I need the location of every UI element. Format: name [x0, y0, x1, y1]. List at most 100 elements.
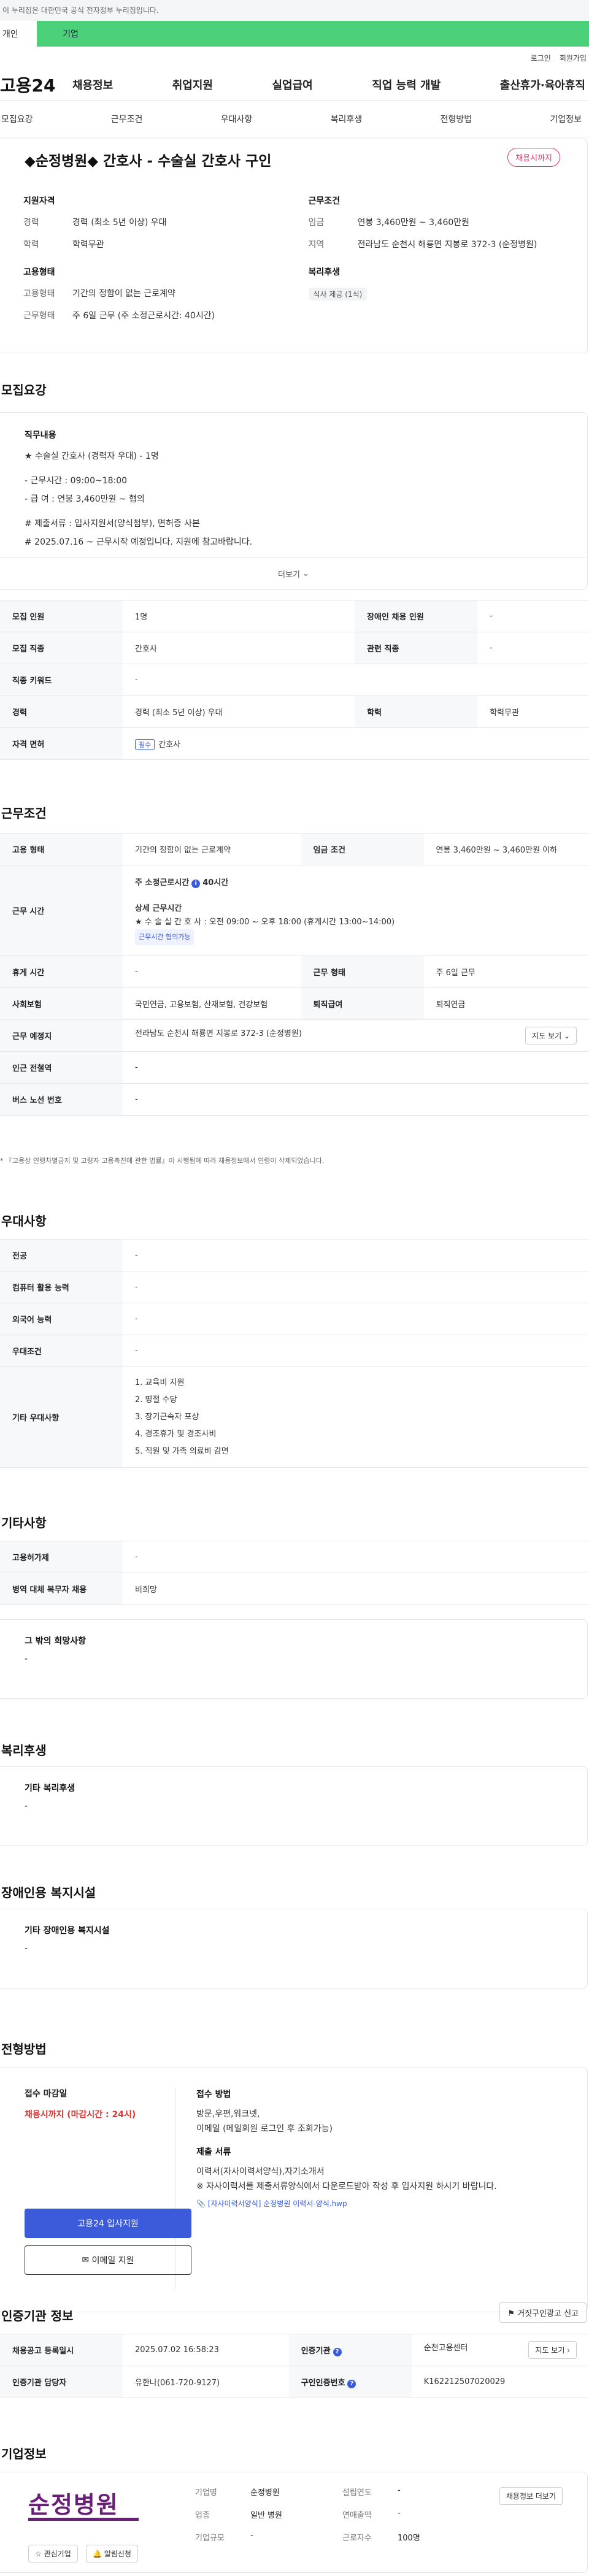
- summary-qualification: 지원자격 경력 경력 (최소 5년 이상) 우대 학력 학력무관: [23, 194, 284, 251]
- cell-label: 인증기관?: [288, 2334, 412, 2366]
- value: 연봉 3,460만원 ~ 3,460만원: [357, 218, 470, 228]
- summary-employment: 고용형태 고용형태 기간의 정함이 없는 근로계약 근무형태 주 6일 근무 (주 …: [23, 266, 284, 322]
- cell-label: 근무 시간: [0, 865, 123, 956]
- cell-label: 병역 대체 복무자 채용: [0, 1573, 123, 1605]
- cell-value: 2025.07.02 16:58:23: [123, 2334, 289, 2366]
- anchor-prefer[interactable]: 우대사항: [221, 113, 253, 125]
- value: 경력 (최소 5년 이상) 우대: [72, 218, 167, 228]
- cell-label: 학력: [355, 696, 478, 728]
- desc-line: - 근무시간 : 09:00~18:00: [25, 476, 128, 486]
- report-label: 거짓구인광고 신고: [517, 2309, 579, 2318]
- cell-label: 고용허가제: [0, 1541, 123, 1573]
- bell-icon: 🔔: [93, 2550, 104, 2558]
- utility-bar: 로그인 회원가입: [0, 47, 589, 69]
- company-jobs-button[interactable]: 채용정보 더보기: [499, 2487, 563, 2505]
- gnb-item-unemployment[interactable]: 실업급여: [272, 77, 313, 93]
- join-link[interactable]: 회원가입: [560, 53, 587, 63]
- other-etc-box: 그 밖의 희망사항 -: [0, 1619, 588, 1699]
- weekly-hours: 주 소정근로시간 i 40시간: [135, 876, 577, 890]
- value: -: [250, 2531, 253, 2540]
- summary-cond-title: 근무조건: [308, 196, 341, 206]
- anchor-work[interactable]: 근무조건: [111, 113, 143, 125]
- user-type-bar: 개인 기업: [0, 21, 589, 47]
- info-icon[interactable]: ?: [333, 2347, 342, 2356]
- gnb-item-leave[interactable]: 출산휴가·육아휴직: [500, 77, 585, 93]
- apply-box: 접수 마감일 채용시까지 (마감시간 : 24시) 접수 방법 방문,우편,워크…: [0, 2067, 588, 2312]
- cell-value: -: [477, 600, 589, 632]
- docs-value: 이력서(자사이력서양식),자기소개서: [196, 2167, 325, 2177]
- interest-company-button[interactable]: ☆ 관심기업: [28, 2545, 78, 2563]
- section-cert-title: 인증기관 정보: [1, 2309, 74, 2323]
- gnb-menu: 채용정보 취업지원 실업급여 직업 능력 개발 출산휴가·육아휴직: [72, 77, 589, 93]
- work-time-cell: 주 소정근로시간 i 40시간 상세 근무시간 ★ 수 술 실 간 호 사 : 오전…: [123, 865, 589, 956]
- summary-qual-title: 지원자격: [23, 196, 55, 206]
- table-row: 외국어 능력 -: [0, 1303, 589, 1335]
- welfare-content: 기타 복리후생 -: [0, 1767, 587, 1826]
- section-disability-title: 장애인용 복지시설: [1, 1885, 96, 1900]
- table-row: 인증기관 담당자 유한나(061-720-9127) 구인인증번호? K1622125…: [0, 2366, 589, 2398]
- apply-button[interactable]: 고용24 입사지원: [25, 2209, 191, 2238]
- cell-value: -: [123, 1541, 589, 1573]
- value: -: [398, 2509, 401, 2518]
- cell-label: 우대조건: [0, 1335, 123, 1367]
- disability-box: 기타 장애인용 복지시설 -: [0, 1909, 588, 1988]
- label: 지역: [308, 240, 325, 250]
- section-prefer-title: 우대사항: [1, 1214, 47, 1229]
- cell-value: 1명: [123, 600, 355, 632]
- chevron-right-icon: ›: [564, 2346, 570, 2355]
- cell-value: 전라남도 순천시 해룡면 지봉로 372-3 (순정병원) 지도 보기 ⌄: [123, 1019, 589, 1052]
- cell-label: 근무 예정지: [0, 1019, 123, 1052]
- gnb-item-jobs[interactable]: 채용정보: [72, 77, 113, 93]
- anchor-company[interactable]: 기업정보: [550, 113, 582, 125]
- gnb-item-training[interactable]: 직업 능력 개발: [372, 77, 441, 93]
- alert-label: 알림신청: [104, 2550, 131, 2558]
- cell-value: 1. 교육비 지원 2. 명절 수당 3. 장기근속자 포상 4. 경조휴가 및…: [123, 1367, 589, 1468]
- table-row: 컴퓨터 활용 능력 -: [0, 1271, 589, 1303]
- report-fake-ad-button[interactable]: ⚑ 거짓구인광고 신고: [499, 2302, 587, 2323]
- job-summary-card: ◆순정병원◆ 간호사 - 수술실 간호사 구인 채용시까지 지원자격 경력 경력 …: [0, 139, 588, 353]
- cell-value: 퇴직연금: [423, 987, 589, 1020]
- map-button[interactable]: 지도 보기 ⌄: [525, 1027, 577, 1045]
- value: 일반 병원: [250, 2511, 282, 2520]
- cell-label: 버스 노선 번호: [0, 1083, 123, 1116]
- age-notice: * 『고용상 연령차별금지 및 고령자 고용촉진에 관한 법률』이 시행됨에 따…: [0, 1157, 325, 1165]
- value: 100명: [398, 2534, 420, 2543]
- cell-value: 기간의 정함이 없는 근로계약: [123, 833, 301, 865]
- summary-welfare-title: 복리후생: [308, 267, 341, 277]
- cell-value: 유한나(061-720-9127): [123, 2366, 289, 2398]
- table-row: 기타 우대사항 1. 교육비 지원 2. 명절 수당 3. 장기근속자 포상 4…: [0, 1367, 589, 1468]
- label: 연매출액: [342, 2511, 372, 2520]
- tab-company[interactable]: 기업: [37, 21, 104, 47]
- login-link[interactable]: 로그인: [531, 53, 551, 63]
- info-icon[interactable]: i: [191, 879, 201, 888]
- anchor-welfare[interactable]: 복리후생: [331, 113, 363, 125]
- anchor-recruit[interactable]: 모집요강: [1, 113, 33, 125]
- table-row: 사회보험 국민연금, 고용보험, 산재보험, 건강보험 퇴직급여 퇴직연금: [0, 987, 589, 1020]
- cell-label: 전공: [0, 1239, 123, 1271]
- summary-wage: 임금 연봉 3,460만원 ~ 3,460만원: [309, 217, 569, 229]
- cell-label: 근무 형태: [301, 956, 424, 988]
- attachment-link[interactable]: 📎 [자사이력서양식] 순정병원 이력서-양식.hwp: [196, 2196, 575, 2211]
- email-apply-button[interactable]: ✉ 이메일 지원: [25, 2245, 191, 2275]
- cell-value: 국민연금, 고용보험, 산재보험, 건강보험: [123, 987, 301, 1020]
- table-row: 휴게 시간 - 근무 형태 주 6일 근무: [0, 956, 589, 988]
- gnb-item-employment-support[interactable]: 취업지원: [172, 77, 213, 93]
- site-logo[interactable]: 고용24: [0, 72, 72, 97]
- job-description-box: 직무내용 ★ 수술실 간호사 (경력자 우대) - 1명 - 근무시간 : 09…: [0, 412, 588, 590]
- info-icon[interactable]: ?: [347, 2379, 356, 2388]
- table-row: 경력 경력 (최소 5년 이상) 우대 학력 학력무관: [0, 696, 589, 728]
- more-button[interactable]: 더보기 ⌄: [0, 558, 587, 589]
- section-company-title: 기업정보: [1, 2447, 47, 2461]
- cell-value: -: [123, 956, 301, 988]
- alert-button[interactable]: 🔔 알림신청: [86, 2545, 138, 2563]
- chevron-down-icon: ⌄: [299, 569, 309, 578]
- tab-individual[interactable]: 개인: [0, 21, 37, 47]
- anchor-apply[interactable]: 전형방법: [441, 113, 472, 125]
- detail-hours-label: 상세 근무시간: [135, 903, 182, 913]
- section-apply-title: 전형방법: [1, 2042, 47, 2057]
- cert-map-button[interactable]: 지도 보기 ›: [528, 2341, 577, 2359]
- chevron-down-icon: ⌄: [561, 1032, 570, 1040]
- label: 학력: [23, 240, 39, 250]
